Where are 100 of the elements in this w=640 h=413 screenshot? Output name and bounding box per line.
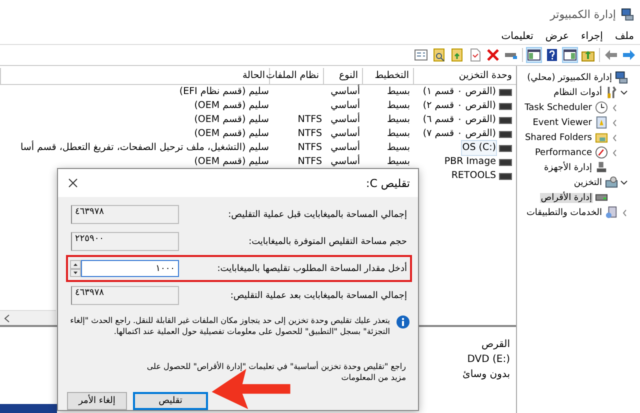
table-cell-text: سليم (قسم نظام EFI) bbox=[178, 85, 270, 99]
menu-item[interactable]: عرض bbox=[545, 30, 569, 42]
tree-item[interactable]: Event Viewer bbox=[532, 118, 593, 128]
table-cell[interactable]: PBR Image bbox=[444, 155, 496, 169]
info-icon bbox=[396, 315, 410, 329]
column-header[interactable]: النوع bbox=[323, 68, 362, 84]
tree-item[interactable]: الخدمات والتطبيقات bbox=[525, 208, 603, 218]
collapse-chevron-icon[interactable] bbox=[620, 208, 628, 216]
shrink-button[interactable]: تقليص bbox=[133, 392, 208, 410]
expand-chevron-icon[interactable] bbox=[620, 88, 628, 96]
tree-item[interactable]: أدوات النظام bbox=[552, 88, 603, 98]
dialog-title: تقليص C: bbox=[366, 176, 410, 190]
spin-up-icon[interactable] bbox=[70, 260, 81, 268]
tree-item[interactable]: إدارة الأجهزة bbox=[543, 162, 593, 172]
field-label: إجمالي المساحة بالميغابايت بعد عملية التقليص: bbox=[230, 290, 407, 300]
menu-item[interactable]: إجراء bbox=[581, 30, 603, 42]
help-note: راجع "تقليص وحدة تخزين أساسية" في تعليمات "إدارة الأقراص" للحصول على مزيد من المعلومات bbox=[146, 360, 407, 383]
column-header[interactable]: وحدة التخزين bbox=[413, 68, 516, 84]
tree-item[interactable]: التخزين bbox=[572, 178, 603, 188]
tree-item[interactable]: Shared Folders bbox=[524, 132, 593, 142]
table-cell-text: أساسي bbox=[330, 127, 361, 140]
table-cell[interactable]: (القرص ٠ قسم ٦) bbox=[422, 113, 496, 127]
table-cell-text: NTFS bbox=[296, 113, 323, 127]
readonly-field: ٤٦٣٩٧٨ bbox=[71, 205, 179, 224]
table-cell-text: بسيط bbox=[386, 99, 411, 113]
field-label: أدخل مقدار المساحة المطلوب تقليصها بالميغابايت: bbox=[217, 264, 407, 274]
horizontal-scrollbar[interactable] bbox=[0, 310, 56, 325]
info-text: يتعذر عليك تقليص وحدة تخزين إلى حد يتجاوز مكان الملفات غير القابلة للنقل. راجع الحدث "إلغاء التجزئة" بسجل "التطبيق" للحصول على معلومات تفصيلية حول العملية عند اكتمالها. bbox=[69, 315, 390, 337]
menu-item[interactable]: تعليمات bbox=[501, 30, 534, 42]
table-cell[interactable]: (القرص ٠ قسم ٢) bbox=[422, 99, 496, 113]
drive-icon bbox=[499, 158, 512, 166]
drive-icon bbox=[499, 102, 512, 110]
expand-chevron-icon[interactable] bbox=[620, 178, 628, 186]
delete-icon[interactable] bbox=[486, 48, 500, 62]
table-cell-text: سليم (قسم OEM) bbox=[193, 99, 270, 113]
tree-item[interactable]: Task Scheduler bbox=[524, 102, 593, 112]
table-cell-text: سليم (التشغيل، ملف ترحيل الصفحات، تفريغ التعطل، قسم أسا bbox=[19, 141, 270, 155]
column-header[interactable]: نظام الملفات bbox=[269, 68, 323, 84]
table-cell-text: NTFS bbox=[296, 141, 323, 155]
scroll-left-icon[interactable] bbox=[4, 314, 11, 322]
table-cell-text: أساسي bbox=[330, 141, 361, 154]
collapse-chevron-icon[interactable] bbox=[610, 104, 618, 112]
drive-icon bbox=[499, 88, 512, 96]
table-cell[interactable]: RETOOLS bbox=[451, 169, 496, 183]
table-cell[interactable]: (القرص ٠ قسم ٧) bbox=[422, 127, 496, 141]
field-label: حجم مساحة التقليص المتوفرة بالميغابايت: bbox=[248, 236, 407, 246]
spin-field[interactable]: ١٠٠٠ bbox=[81, 260, 179, 277]
tree-item[interactable]: Performance bbox=[534, 148, 593, 158]
column-header[interactable]: التخطيط bbox=[362, 68, 413, 84]
folder-search-icon[interactable] bbox=[432, 48, 446, 62]
tree-item[interactable]: إدارة الأقراص bbox=[540, 192, 593, 202]
collapse-chevron-icon[interactable] bbox=[610, 118, 618, 126]
folder-up-icon[interactable] bbox=[581, 48, 595, 62]
window-title: إدارة الكمبيوتر bbox=[550, 8, 616, 20]
folder-icon bbox=[595, 131, 608, 144]
tools-icon bbox=[605, 86, 618, 99]
gauge-icon bbox=[595, 146, 608, 159]
back-arrow-icon[interactable] bbox=[604, 48, 618, 62]
table-cell-text: أساسي bbox=[330, 85, 361, 98]
table-cell-text: NTFS bbox=[296, 155, 323, 169]
storage-icon bbox=[605, 176, 618, 189]
log-icon bbox=[595, 116, 608, 129]
drive-icon bbox=[499, 144, 512, 152]
table-cell-text: سليم (قسم OEM) bbox=[193, 113, 270, 127]
pane-icon[interactable] bbox=[563, 48, 577, 62]
table-cell-text: بسيط bbox=[386, 127, 411, 141]
table-cell[interactable]: (القرص ٠ قسم ١) bbox=[422, 85, 496, 99]
table-cell-text: أساسي bbox=[330, 155, 361, 169]
table-cell-text: سليم (قسم OEM) bbox=[193, 155, 270, 169]
field-label: إجمالي المساحة بالميغابايت قبل عملية التقليص: bbox=[228, 210, 407, 220]
device-icon bbox=[595, 161, 608, 174]
help-icon[interactable] bbox=[545, 48, 559, 62]
table-cell[interactable]: OS (C:) bbox=[462, 141, 496, 155]
menu-item[interactable]: ملف bbox=[614, 30, 634, 42]
cancel-button[interactable]: إلغاء الأمر bbox=[67, 392, 127, 410]
drive-icon bbox=[499, 172, 512, 180]
collapse-chevron-icon[interactable] bbox=[610, 134, 618, 142]
readonly-field: ٤٦٣٩٧٨ bbox=[71, 286, 179, 305]
properties-icon[interactable] bbox=[414, 48, 428, 62]
readonly-field: ٢٢٥٩٠٠ bbox=[71, 232, 179, 251]
drive-icon bbox=[499, 116, 512, 124]
table-cell-text: بسيط bbox=[386, 155, 411, 169]
table-cell-text: بسيط bbox=[386, 113, 411, 127]
collapse-chevron-icon[interactable] bbox=[610, 148, 618, 156]
table-cell-text: NTFS bbox=[296, 127, 323, 141]
tree-item[interactable]: إدارة الكمبيوتر (محلي) bbox=[526, 72, 613, 82]
computer-icon bbox=[615, 71, 628, 84]
media-status: بدون وسائ bbox=[462, 369, 510, 380]
drive-label: DVD (E:) bbox=[466, 354, 510, 365]
pane-icon[interactable] bbox=[527, 48, 541, 62]
document-icon[interactable] bbox=[468, 48, 482, 62]
clock-icon bbox=[595, 101, 608, 114]
drive-icon bbox=[499, 130, 512, 138]
forward-arrow-icon[interactable] bbox=[622, 48, 636, 62]
table-cell-text: أساسي bbox=[330, 113, 361, 126]
disk-label: القرص bbox=[480, 339, 510, 350]
table-cell-text: بسيط bbox=[386, 85, 411, 99]
table-cell-text: سليم (قسم OEM) bbox=[193, 127, 270, 141]
close-icon[interactable] bbox=[68, 178, 78, 188]
computer-icon bbox=[621, 8, 634, 20]
